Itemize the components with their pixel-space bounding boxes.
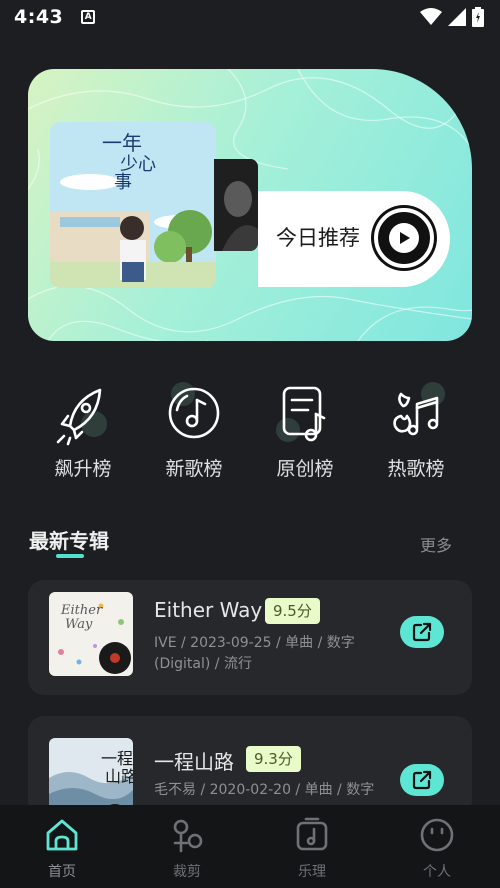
album-cover-secondary <box>214 159 258 251</box>
external-link-icon <box>412 770 432 790</box>
tab-profile[interactable]: 个人 <box>397 815 477 881</box>
rocket-icon <box>48 378 118 448</box>
fire-music-icon <box>381 378 451 448</box>
chart-hot-songs[interactable]: 热歌榜 <box>361 378 471 481</box>
vinyl-note-icon <box>159 378 229 448</box>
tab-label: 乐理 <box>298 864 326 880</box>
home-icon <box>42 815 82 855</box>
daily-recommend-label: 今日推荐 <box>276 226 360 250</box>
external-link-icon <box>412 622 432 642</box>
play-button[interactable] <box>374 208 434 268</box>
share-button[interactable] <box>400 616 444 648</box>
chart-label: 热歌榜 <box>387 458 445 480</box>
chart-label: 飙升榜 <box>54 458 112 480</box>
section-underline <box>56 554 84 558</box>
tab-music-theory[interactable]: 乐理 <box>272 815 352 881</box>
album-meta: IVE / 2023-09-25 / 单曲 / 数字 (Digital) / 流… <box>154 635 355 672</box>
svg-text:Either: Either <box>60 603 103 618</box>
wifi-icon <box>420 8 442 25</box>
album-score-badge: 9.5分 <box>265 598 320 624</box>
album-cover-main[interactable]: 一年 少心 事 <box>50 122 216 288</box>
album-thumbnail: Either Way <box>49 592 133 676</box>
share-button[interactable] <box>400 764 444 796</box>
chart-label: 新歌榜 <box>165 458 223 480</box>
tab-clip[interactable]: 裁剪 <box>147 815 227 881</box>
bottom-tab-bar: 首页 裁剪 乐理 个人 <box>0 805 500 888</box>
tab-label: 裁剪 <box>173 864 201 880</box>
album-name: 一程山路 <box>154 750 234 774</box>
status-bar: 4:43 A <box>0 0 500 34</box>
album-card[interactable]: Either Way Either Way 9.5分 IVE / 2023-09… <box>28 580 472 695</box>
document-note-icon <box>270 378 340 448</box>
scissors-icon <box>167 815 207 855</box>
svg-text:Way: Way <box>65 617 93 632</box>
svg-text:山路: 山路 <box>105 767 133 786</box>
tab-home[interactable]: 首页 <box>22 815 102 881</box>
battery-icon <box>472 7 484 27</box>
status-time: 4:43 <box>14 6 64 28</box>
music-box-icon <box>292 815 332 855</box>
chart-new-songs[interactable]: 新歌榜 <box>139 378 249 481</box>
album-name: Either Way <box>154 598 263 622</box>
daily-recommend-card[interactable]: 一年 少心 事 今日推荐 <box>28 69 472 341</box>
more-link[interactable]: 更多 <box>420 532 452 556</box>
play-icon <box>389 223 419 253</box>
album-card[interactable]: 一程 山路 一程山路 9.3分 毛不易 / 2020-02-20 / 单曲 / … <box>28 716 472 822</box>
tab-label: 首页 <box>48 864 76 880</box>
svg-text:事: 事 <box>114 172 132 193</box>
charts-row: 飙升榜 新歌榜 原创榜 热歌榜 <box>0 378 500 488</box>
notification-icon: A <box>81 10 96 24</box>
status-icons <box>420 7 484 27</box>
svg-text:一程: 一程 <box>101 749 133 768</box>
svg-text:一年: 一年 <box>102 131 142 155</box>
album-meta: 毛不易 / 2020-02-20 / 单曲 / 数字 <box>154 782 375 798</box>
section-title: 最新专辑 <box>29 529 109 553</box>
chart-soaring[interactable]: 飙升榜 <box>28 378 138 481</box>
album-score-badge: 9.3分 <box>246 746 301 772</box>
face-icon <box>417 815 457 855</box>
tab-label: 个人 <box>423 864 451 880</box>
chart-original[interactable]: 原创榜 <box>250 378 360 481</box>
chart-label: 原创榜 <box>276 458 334 480</box>
signal-icon <box>448 8 466 26</box>
